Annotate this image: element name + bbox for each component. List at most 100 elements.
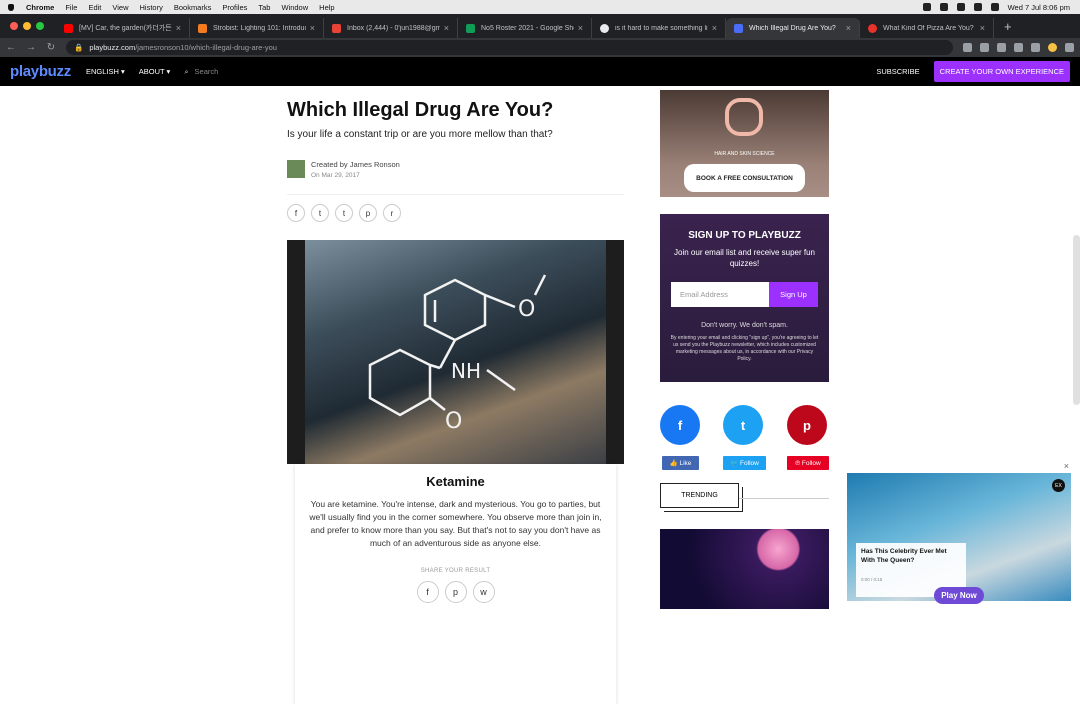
blogger-icon — [198, 24, 207, 33]
pinterest-icon[interactable]: p — [445, 581, 467, 603]
close-icon[interactable]: × — [712, 23, 717, 33]
twitter-icon[interactable]: t — [723, 405, 763, 445]
browser-tab[interactable]: Strobist: Lighting 101: Introduc× — [190, 18, 324, 38]
pinterest-icon[interactable]: p — [787, 405, 827, 445]
browser-tab-active[interactable]: Which Illegal Drug Are You?× — [726, 18, 860, 38]
language-dropdown[interactable]: ENGLISH ▾ — [86, 67, 125, 76]
pinterest-icon[interactable]: p — [359, 204, 377, 222]
menu-view[interactable]: View — [112, 3, 128, 12]
browser-tab[interactable]: No5 Roster 2021 - Google She × — [458, 18, 592, 38]
menu-file[interactable]: File — [65, 3, 77, 12]
site-header: playbuzz ENGLISH ▾ ABOUT ▾ ⌕Search SUBSC… — [0, 57, 1080, 86]
music-icon[interactable] — [1031, 43, 1040, 52]
close-icon[interactable]: × — [176, 23, 181, 33]
address-bar-row: ← → ↻ 🔒 playbuzz.com/jamesronson10/which… — [0, 38, 1080, 57]
facebook-icon[interactable]: f — [660, 405, 700, 445]
close-window-button[interactable] — [10, 22, 18, 30]
search-icon[interactable] — [991, 3, 999, 11]
browser-tab[interactable]: is it hard to make something lik× — [592, 18, 726, 38]
facebook-icon[interactable]: f — [287, 204, 305, 222]
email-field[interactable]: Email Address — [671, 282, 769, 307]
twitter-follow-button[interactable]: 🐦 Follow — [723, 456, 766, 470]
menu-tab[interactable]: Tab — [258, 3, 270, 12]
book-consultation-button[interactable]: BOOK A FREE CONSULTATION — [684, 164, 805, 192]
whatsapp-icon[interactable]: w — [473, 581, 495, 603]
wifi-icon[interactable] — [957, 3, 965, 11]
back-icon[interactable]: ← — [6, 42, 16, 53]
url-host: playbuzz.com — [89, 43, 135, 52]
menu-app[interactable]: Chrome — [26, 3, 54, 12]
ad-tagline: HAIR AND SKIN SCIENCE — [660, 151, 829, 157]
divider — [287, 194, 624, 195]
ketamine-molecule-image: O NH O — [305, 240, 606, 464]
facebook-like-button[interactable]: 👍 Like — [662, 456, 699, 470]
browser-tab[interactable]: What Kind Of Pizza Are You?× — [860, 18, 994, 38]
trending-thumbnail[interactable] — [660, 529, 829, 609]
playbuzz-logo[interactable]: playbuzz — [10, 63, 71, 80]
author-avatar[interactable] — [287, 160, 305, 178]
status-area: Wed 7 Jul 8:06 pm — [923, 0, 1070, 14]
tab-title: No5 Roster 2021 - Google She — [481, 25, 574, 32]
play-now-button[interactable]: Play Now — [934, 587, 984, 604]
extension-icon[interactable] — [997, 43, 1006, 52]
about-dropdown[interactable]: ABOUT ▾ — [139, 67, 171, 76]
author-block: Created by James RonsonOn Mar 29, 2017 — [287, 160, 400, 179]
video-headline: Has This Celebrity Ever Met With The Que… — [861, 547, 961, 565]
kebab-menu-icon[interactable] — [1065, 43, 1074, 52]
oxygen-label: O — [445, 409, 462, 434]
ex-badge[interactable]: EX — [1052, 479, 1065, 492]
site-search[interactable]: ⌕Search — [184, 67, 218, 77]
reload-icon[interactable]: ↻ — [46, 42, 56, 53]
new-tab-button[interactable]: + — [1004, 19, 1012, 34]
close-icon[interactable]: × — [1064, 461, 1069, 471]
status-icon[interactable] — [923, 3, 931, 11]
menu-bookmarks[interactable]: Bookmarks — [174, 3, 212, 12]
buzzfeed-icon — [868, 24, 877, 33]
star-icon[interactable] — [980, 43, 989, 52]
puzzle-icon[interactable] — [1014, 43, 1023, 52]
browser-tab[interactable]: Inbox (2,444) - 0'jun1988@gm× — [324, 18, 458, 38]
tab-title: [MV] Car, the garden(카더가든) — [79, 23, 172, 33]
tumblr-icon[interactable]: t — [335, 204, 353, 222]
video-player[interactable]: × EX Has This Celebrity Ever Met With Th… — [847, 473, 1071, 601]
menu-profiles[interactable]: Profiles — [222, 3, 247, 12]
menu-edit[interactable]: Edit — [88, 3, 101, 12]
signup-title: SIGN UP TO PLAYBUZZ — [660, 230, 829, 241]
sign-up-button[interactable]: Sign Up — [769, 282, 818, 307]
extensions — [963, 43, 1074, 52]
close-icon[interactable]: × — [444, 23, 449, 33]
close-icon[interactable]: × — [578, 23, 583, 33]
profile-avatar[interactable] — [1048, 43, 1057, 52]
follow-label: Follow — [802, 460, 821, 467]
brand-logo — [725, 98, 763, 136]
facebook-icon[interactable]: f — [417, 581, 439, 603]
clock[interactable]: Wed 7 Jul 8:06 pm — [1008, 3, 1070, 12]
result-description: You are ketamine. You're intense, dark a… — [295, 498, 616, 550]
close-icon[interactable]: × — [980, 23, 985, 33]
apple-icon[interactable] — [8, 4, 14, 11]
create-experience-button[interactable]: CREATE YOUR OWN EXPERIENCE — [934, 61, 1070, 82]
zoom-window-button[interactable] — [36, 22, 44, 30]
status-icon[interactable] — [940, 3, 948, 11]
pinterest-follow-button[interactable]: ℗ Follow — [787, 456, 829, 470]
close-icon[interactable]: × — [846, 23, 851, 33]
author-name[interactable]: Created by James Ronson — [311, 160, 400, 169]
twitter-icon[interactable]: t — [311, 204, 329, 222]
oxygen-label: O — [518, 297, 535, 322]
eye-icon[interactable] — [963, 43, 972, 52]
trending-label: TRENDING — [660, 483, 739, 508]
menu-help[interactable]: Help — [319, 3, 334, 12]
reddit-icon[interactable]: r — [383, 204, 401, 222]
menu-history[interactable]: History — [140, 3, 163, 12]
menu-window[interactable]: Window — [281, 3, 308, 12]
battery-icon[interactable] — [974, 3, 982, 11]
sidebar-ad[interactable]: HAIR AND SKIN SCIENCE BOOK A FREE CONSUL… — [660, 90, 829, 197]
scrollbar[interactable] — [1073, 235, 1080, 405]
subscribe-link[interactable]: SUBSCRIBE — [876, 67, 919, 76]
minimize-window-button[interactable] — [23, 22, 31, 30]
forward-icon[interactable]: → — [26, 42, 36, 53]
url-field[interactable]: 🔒 playbuzz.com/jamesronson10/which-illeg… — [66, 40, 953, 55]
signup-text: Join our email list and receive super fu… — [660, 247, 829, 269]
browser-tab[interactable]: [MV] Car, the garden(카더가든) × — [56, 18, 190, 38]
close-icon[interactable]: × — [310, 23, 315, 33]
